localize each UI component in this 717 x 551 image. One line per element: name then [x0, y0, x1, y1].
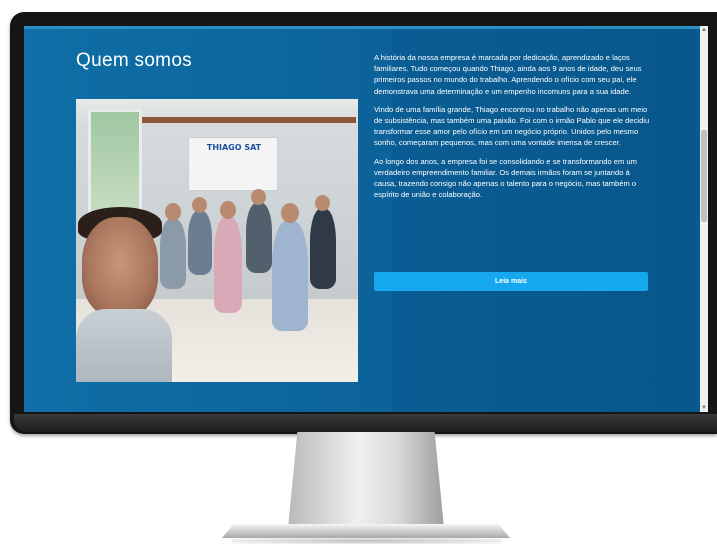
- scroll-up-icon[interactable]: ▲: [700, 26, 708, 34]
- scroll-down-icon[interactable]: ▼: [700, 404, 708, 412]
- photo-person: [214, 217, 242, 313]
- photo-person: [246, 203, 272, 273]
- photo-window: [88, 109, 142, 215]
- photo-person-head: [220, 201, 236, 219]
- monitor-stand-neck: [288, 432, 444, 528]
- about-paragraph-2: Vindo de uma família grande, Thiago enco…: [374, 104, 650, 148]
- monitor-mockup: Quem somos THIAGO SAT A história da noss…: [0, 0, 717, 551]
- photo-person: [272, 221, 308, 331]
- photo-person-head: [251, 189, 266, 205]
- monitor-screen: Quem somos THIAGO SAT A história da noss…: [24, 26, 708, 412]
- monitor-stand-base: [222, 524, 510, 538]
- photo-person-head: [165, 203, 181, 221]
- scrollbar-thumb[interactable]: [701, 130, 707, 222]
- photo-person: [188, 211, 212, 275]
- section-title: Quem somos: [76, 50, 192, 71]
- photo-person-head: [281, 203, 299, 223]
- stand-shadow: [232, 538, 502, 544]
- screen-top-edge: [24, 26, 708, 29]
- photo-person-head: [192, 197, 207, 213]
- photo-person-head: [315, 195, 330, 211]
- about-paragraph-1: A história da nossa empresa é marcada po…: [374, 53, 642, 96]
- photo-person: [310, 209, 336, 289]
- photo-beam: [136, 117, 356, 123]
- selfie-face: [82, 217, 158, 317]
- vertical-scrollbar[interactable]: ▲ ▼: [700, 26, 708, 412]
- selfie-shirt: [76, 309, 172, 382]
- about-paragraph-3: Ao longo dos anos, a empresa foi se cons…: [374, 156, 637, 200]
- read-more-button[interactable]: Leia mais: [374, 272, 648, 291]
- photo-person: [160, 219, 186, 289]
- photo-banner-text: THIAGO SAT: [206, 143, 262, 152]
- about-text: A história da nossa empresa é marcada po…: [374, 52, 654, 207]
- monitor-chin: [14, 414, 717, 432]
- team-photo: THIAGO SAT: [76, 99, 358, 382]
